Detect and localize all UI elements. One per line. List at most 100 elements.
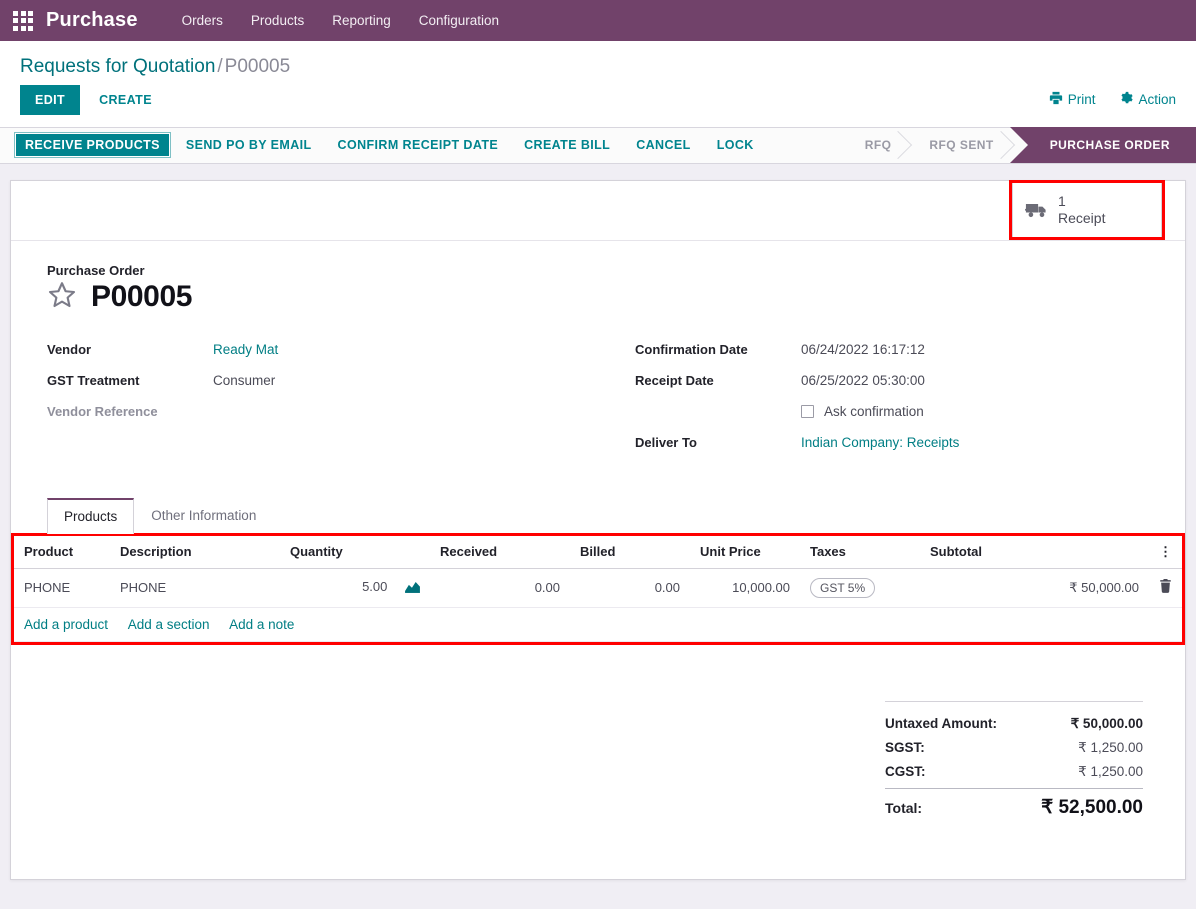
order-lines-table: Product Description Quantity Received Bi… (14, 535, 1182, 642)
breadcrumb-current: P00005 (224, 56, 291, 77)
add-a-section-link[interactable]: Add a section (128, 617, 210, 632)
action-dropdown[interactable]: Action (1119, 91, 1176, 108)
apps-grid-icon[interactable] (10, 8, 36, 34)
total-label-untaxed-amount: Untaxed Amount: (885, 715, 997, 731)
status-pipeline: RFQ RFQ SENT PURCHASE ORDER (843, 127, 1196, 164)
column-header-unit-price: Unit Price (690, 535, 800, 569)
cell-product[interactable]: PHONE (14, 568, 110, 608)
status-stage-rfq[interactable]: RFQ (843, 127, 908, 163)
statusbar-button-lock[interactable]: LOCK (706, 132, 765, 158)
record-form-label: Purchase Order (47, 262, 145, 278)
cell-quantity[interactable]: 5.00 (280, 568, 430, 608)
order-lines-highlight: Product Description Quantity Received Bi… (11, 532, 1185, 645)
nav-menu-orders[interactable]: Orders (168, 7, 237, 34)
statusbar-button-cancel[interactable]: CANCEL (625, 132, 701, 158)
cell-unit-price[interactable]: 10,000.00 (690, 568, 800, 608)
notebook: Products Other Information (29, 497, 1167, 534)
nav-menu-reporting[interactable]: Reporting (318, 7, 405, 34)
gear-icon (1119, 91, 1134, 108)
field-receipt-date-value[interactable]: 06/25/2022 05:30:00 (801, 373, 925, 388)
total-row-total: Total: ₹ 52,500.00 (885, 787, 1143, 823)
total-label-cgst: CGST: (885, 763, 926, 779)
star-outline-icon[interactable] (47, 280, 77, 313)
smart-button-receipt[interactable]: 1 Receipt (1012, 182, 1162, 237)
total-label-sgst: SGST: (885, 739, 925, 755)
column-header-billed: Billed (570, 535, 690, 569)
cell-received[interactable]: 0.00 (430, 568, 570, 608)
create-button[interactable]: CREATE (86, 85, 165, 115)
breadcrumb-root-link[interactable]: Requests for Quotation (20, 56, 215, 77)
app-brand-purchase[interactable]: Purchase (46, 9, 138, 32)
statusbar-button-send-po-by-email[interactable]: SEND PO BY EMAIL (175, 132, 323, 158)
statusbar-button-receive-products[interactable]: RECEIVE PRODUCTS (14, 132, 171, 159)
totals-section: Untaxed Amount: ₹ 50,000.00 SGST: ₹ 1,25… (29, 645, 1167, 823)
statusbar: RECEIVE PRODUCTS SEND PO BY EMAIL CONFIR… (0, 127, 1196, 164)
field-vendor-label: Vendor (47, 341, 92, 357)
cell-description[interactable]: PHONE (110, 568, 280, 608)
print-dropdown[interactable]: Print (1049, 91, 1096, 108)
statusbar-button-confirm-receipt-date[interactable]: CONFIRM RECEIPT DATE (327, 132, 510, 158)
smart-button-receipt-count: 1 (1058, 192, 1066, 209)
cell-taxes[interactable]: GST 5% (800, 568, 920, 608)
column-header-product: Product (14, 535, 110, 569)
total-label-total: Total: (885, 799, 923, 816)
field-deliver-to: Deliver To Indian Company: Receipts (635, 435, 1137, 455)
record-title-block: Purchase Order P00005 (29, 241, 1167, 318)
breadcrumb: Requests for Quotation / P00005 (20, 41, 1176, 85)
add-line-row: Add a product Add a section Add a note (14, 607, 1182, 642)
control-panel: Requests for Quotation / P00005 EDIT CREAT… (0, 41, 1196, 128)
field-vendor: Vendor Ready Mat (47, 342, 577, 362)
table-row[interactable]: PHONE PHONE 5.00 0.00 0.00 10,000.00 GST… (14, 568, 1182, 608)
column-header-received: Received (430, 535, 570, 569)
total-value-sgst: ₹ 1,250.00 (1078, 739, 1143, 755)
field-confirmation-date-label: Confirmation Date (635, 341, 748, 357)
add-a-product-link[interactable]: Add a product (24, 617, 108, 632)
print-label: Print (1067, 92, 1096, 108)
add-line-cell: Add a product Add a section Add a note (14, 607, 1182, 642)
record-title-line: P00005 (47, 280, 1167, 314)
field-deliver-to-value[interactable]: Indian Company: Receipts (801, 435, 959, 450)
status-stage-purchase-order[interactable]: PURCHASE ORDER (1027, 127, 1196, 164)
total-row-sgst: SGST: ₹ 1,250.00 (885, 736, 1143, 760)
field-gst-treatment-label: GST Treatment (47, 372, 140, 388)
form-sheet: 1 Receipt Purchase Order P00005 Vendor R… (10, 179, 1186, 880)
ask-confirmation-label: Ask confirmation (824, 403, 924, 419)
smart-button-receipt-text: 1 Receipt (1058, 193, 1105, 227)
receipt-smart-button-highlight: 1 Receipt (1009, 179, 1165, 240)
vertical-dots-icon[interactable]: ⋮ (1149, 535, 1182, 569)
area-chart-icon[interactable] (405, 580, 420, 596)
tab-other-information[interactable]: Other Information (134, 498, 273, 534)
trash-icon[interactable] (1149, 568, 1182, 608)
column-header-description: Description (110, 535, 280, 569)
field-group-right: Confirmation Date 06/24/2022 16:17:12 Re… (607, 342, 1167, 466)
status-stage-rfq-sent[interactable]: RFQ SENT (907, 127, 1009, 163)
breadcrumb-separator: / (217, 56, 223, 77)
cell-billed[interactable]: 0.00 (570, 568, 690, 608)
top-navbar: Purchase Orders Products Reporting Confi… (0, 0, 1196, 41)
smart-buttons-row: 1 Receipt (11, 179, 1185, 241)
totals-table: Untaxed Amount: ₹ 50,000.00 SGST: ₹ 1,25… (885, 700, 1143, 823)
field-gst-treatment-value[interactable]: Consumer (213, 373, 275, 388)
add-a-note-link[interactable]: Add a note (229, 617, 294, 632)
column-header-taxes: Taxes (800, 535, 920, 569)
column-header-subtotal: Subtotal (920, 535, 1149, 569)
notebook-tabs: Products Other Information (47, 497, 1167, 534)
statusbar-button-create-bill[interactable]: CREATE BILL (513, 132, 621, 158)
total-row-cgst: CGST: ₹ 1,250.00 (885, 760, 1143, 784)
smart-button-receipt-label: Receipt (1058, 209, 1106, 226)
truck-icon (1025, 200, 1049, 220)
field-vendor-value[interactable]: Ready Mat (213, 342, 278, 357)
cell-subtotal: ₹ 50,000.00 (920, 568, 1149, 608)
tax-badge: GST 5% (810, 577, 876, 598)
nav-menu-configuration[interactable]: Configuration (405, 7, 513, 34)
tab-products[interactable]: Products (47, 497, 135, 534)
field-confirmation-date-value[interactable]: 06/24/2022 16:17:12 (801, 342, 925, 357)
total-value-cgst: ₹ 1,250.00 (1078, 763, 1143, 779)
total-value-total: ₹ 52,500.00 (1041, 796, 1143, 818)
printer-icon (1049, 91, 1063, 108)
page-title: P00005 (91, 279, 193, 313)
ask-confirmation-checkbox[interactable] (801, 404, 814, 418)
field-ask-confirmation: Ask confirmation (801, 404, 924, 419)
nav-menu-products[interactable]: Products (237, 7, 318, 34)
edit-button[interactable]: EDIT (20, 84, 81, 115)
